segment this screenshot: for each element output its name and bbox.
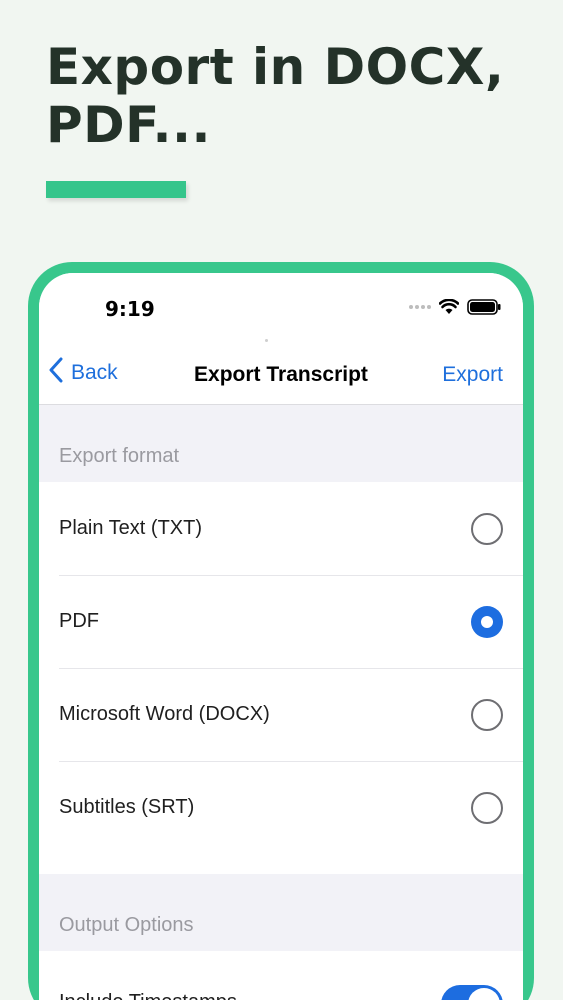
format-option-label: PDF (59, 610, 99, 632)
format-option-label: Plain Text (TXT) (59, 517, 202, 539)
include-timestamps-row[interactable]: Include Timestamps (39, 951, 523, 1000)
format-option-txt[interactable]: Plain Text (TXT) (39, 482, 523, 575)
radio-unselected-icon[interactable] (471, 512, 503, 545)
camera-dot (265, 339, 268, 342)
headline: Export in DOCX, PDF... (46, 38, 505, 154)
format-option-docx[interactable]: Microsoft Word (DOCX) (39, 668, 523, 761)
phone-screen: 9:19 Back Export Transcript Export Expor… (39, 273, 523, 1000)
output-options-header: Output Options (39, 874, 523, 951)
phone-frame: 9:19 Back Export Transcript Export Expor… (28, 262, 534, 1000)
toggle-knob (468, 988, 500, 1000)
include-timestamps-toggle[interactable] (441, 985, 503, 1000)
format-option-srt[interactable]: Subtitles (SRT) (39, 761, 523, 854)
cellular-icon (409, 305, 431, 309)
headline-accent-bar (46, 181, 186, 198)
wifi-icon (439, 299, 459, 315)
radio-unselected-icon[interactable] (471, 791, 503, 824)
battery-icon (467, 299, 501, 315)
option-label: Include Timestamps (59, 991, 237, 1000)
status-bar: 9:19 (39, 273, 523, 343)
export-format-list: Plain Text (TXT) PDF Microsoft Word (DOC… (39, 482, 523, 874)
status-icons (409, 299, 501, 315)
radio-unselected-icon[interactable] (471, 698, 503, 731)
output-options-list: Include Timestamps (39, 951, 523, 1000)
format-option-label: Microsoft Word (DOCX) (59, 703, 270, 725)
format-option-label: Subtitles (SRT) (59, 796, 195, 818)
export-format-header: Export format (39, 405, 523, 482)
status-time: 9:19 (105, 297, 155, 321)
radio-selected-icon[interactable] (471, 605, 503, 638)
export-button[interactable]: Export (442, 363, 503, 387)
list-spacer (39, 854, 523, 874)
navigation-bar: Back Export Transcript Export (39, 343, 523, 405)
format-option-pdf[interactable]: PDF (39, 575, 523, 668)
